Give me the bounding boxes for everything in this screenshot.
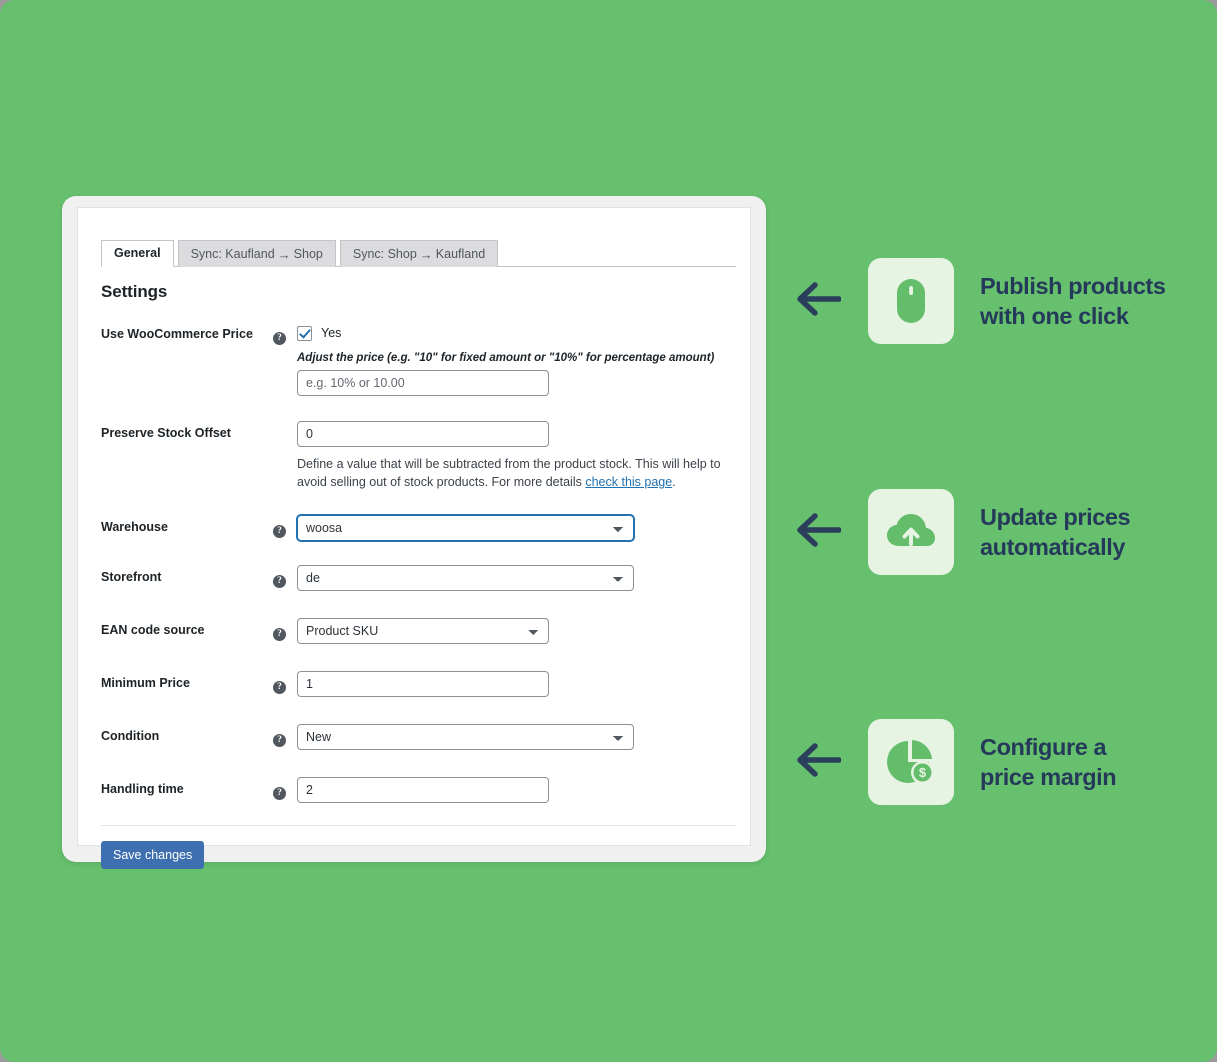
storefront-select[interactable]: de (297, 565, 634, 592)
control-warehouse: woosa (297, 515, 736, 542)
arrow-left-icon (793, 741, 842, 784)
label-warehouse: Warehouse (101, 520, 168, 535)
field-row-ean-code-source: EAN code source ? Product SKU (101, 618, 736, 645)
description-text-2: . (672, 475, 676, 490)
help-cell-spacer (273, 421, 297, 426)
label-preserve-stock-offset: Preserve Stock Offset (101, 426, 231, 440)
warehouse-select[interactable]: woosa (297, 515, 634, 542)
help-cell: ? (273, 777, 297, 801)
feature-line-1: Configure a (980, 733, 1107, 760)
admin-settings-card: General Sync: Kaufland → Shop Sync: Shop… (62, 196, 766, 870)
tab-sync-kaufland-to-shop-prefix: Sync: Kaufland (190, 246, 275, 261)
control-ean-code-source: Product SKU (297, 618, 736, 645)
tab-general[interactable]: General (101, 240, 174, 267)
help-icon[interactable]: ? (273, 525, 286, 539)
tab-sync-shop-to-kaufland-suffix: Kaufland (435, 246, 486, 261)
check-this-page-link[interactable]: check this page (585, 475, 672, 489)
control-use-woocommerce-price: Yes Adjust the price (e.g. "10" for fixe… (297, 322, 736, 396)
settings-form: Use WooCommerce Price ? Yes Adjust the p… (101, 322, 736, 870)
label-condition: Condition (101, 729, 160, 744)
handling-time-input[interactable] (297, 777, 549, 804)
control-minimum-price (297, 671, 736, 698)
label-handling-time: Handling time (101, 782, 184, 797)
feature-line-1: Update prices (980, 503, 1131, 530)
feature-line-2: automatically (980, 534, 1125, 560)
feature-line-2: with one click (980, 303, 1129, 329)
tab-sync-kaufland-to-shop[interactable]: Sync: Kaufland → Shop (177, 240, 336, 267)
feature-icon-tile (868, 258, 954, 344)
arrow-right-icon: → (419, 246, 433, 262)
preserve-stock-offset-input[interactable] (297, 421, 549, 447)
control-condition: New (297, 724, 736, 751)
label-storefront: Storefront (101, 570, 162, 585)
label-ean-code-source: EAN code source (101, 623, 205, 638)
help-cell: ? (273, 724, 297, 748)
feature-line-1: Publish products (980, 272, 1166, 299)
help-cell: ? (273, 565, 297, 589)
checkbox-line: Yes (297, 322, 736, 344)
help-icon[interactable]: ? (273, 734, 286, 748)
field-row-condition: Condition ? New (101, 724, 736, 751)
tab-sync-shop-to-kaufland-prefix: Sync: Shop (352, 246, 417, 261)
field-row-storefront: Storefront ? de (101, 565, 736, 592)
computer-mouse-icon (897, 279, 925, 323)
feature-callout-publish-products: Publish products with one click (793, 258, 1203, 344)
tab-sync-shop-to-kaufland[interactable]: Sync: Shop → Kaufland (339, 240, 499, 267)
feature-icon-tile: $ (868, 719, 954, 805)
label-minimum-price: Minimum Price (101, 676, 190, 691)
help-icon[interactable]: ? (273, 787, 286, 801)
ean-code-source-select[interactable]: Product SKU (297, 618, 549, 645)
help-icon[interactable]: ? (273, 575, 286, 589)
field-row-handling-time: Handling time ? (101, 777, 736, 804)
use-woocommerce-price-checkbox[interactable] (297, 325, 312, 341)
preserve-stock-offset-description: Define a value that will be subtracted f… (297, 455, 722, 491)
feature-callout-price-margin: $ Configure a price margin (793, 719, 1203, 805)
price-adjust-input[interactable] (297, 370, 549, 396)
form-divider (101, 825, 736, 827)
tab-sync-kaufland-to-shop-suffix: Shop (293, 246, 323, 261)
control-storefront: de (297, 565, 736, 592)
label-use-woocommerce-price: Use WooCommerce Price (101, 327, 253, 341)
feature-line-2: price margin (980, 764, 1117, 790)
help-cell: ? (273, 322, 297, 345)
tab-general-label: General (114, 246, 161, 261)
field-row-warehouse: Warehouse ? woosa (101, 515, 736, 542)
page-title: Settings (101, 282, 168, 301)
help-cell: ? (273, 515, 297, 539)
feature-text: Configure a price margin (980, 732, 1117, 792)
feature-icon-tile (868, 489, 954, 575)
control-handling-time (297, 777, 736, 804)
minimum-price-input[interactable] (297, 671, 549, 698)
help-cell: ? (273, 618, 297, 642)
help-icon[interactable]: ? (273, 681, 286, 695)
field-row-minimum-price: Minimum Price ? (101, 671, 736, 698)
use-woocommerce-price-checkbox-label: Yes (321, 326, 342, 340)
help-icon[interactable]: ? (273, 628, 286, 642)
cloud-upload-icon (887, 514, 935, 546)
field-row-use-woocommerce-price: Use WooCommerce Price ? Yes Adjust the p… (101, 322, 736, 396)
arrow-left-icon (793, 280, 842, 323)
save-changes-button[interactable]: Save changes (101, 841, 205, 870)
help-cell: ? (273, 671, 297, 695)
admin-settings-panel: General Sync: Kaufland → Shop Sync: Shop… (77, 207, 751, 870)
settings-tab-bar: General Sync: Kaufland → Shop Sync: Shop… (101, 240, 736, 267)
help-icon[interactable]: ? (273, 332, 286, 345)
feature-text: Publish products with one click (980, 271, 1166, 331)
arrow-right-icon: → (277, 246, 291, 262)
svg-text:$: $ (919, 765, 927, 780)
price-adjust-hint: Adjust the price (e.g. "10" for fixed am… (297, 352, 715, 364)
field-row-preserve-stock-offset: Preserve Stock Offset Define a value tha… (101, 421, 736, 491)
feature-text: Update prices automatically (980, 502, 1131, 562)
pie-chart-dollar-icon: $ (887, 740, 934, 784)
control-preserve-stock-offset: Define a value that will be subtracted f… (297, 421, 736, 491)
arrow-left-icon (793, 511, 842, 554)
condition-select[interactable]: New (297, 724, 634, 751)
promo-canvas: General Sync: Kaufland → Shop Sync: Shop… (0, 0, 1217, 1062)
feature-callout-update-prices: Update prices automatically (793, 489, 1203, 575)
